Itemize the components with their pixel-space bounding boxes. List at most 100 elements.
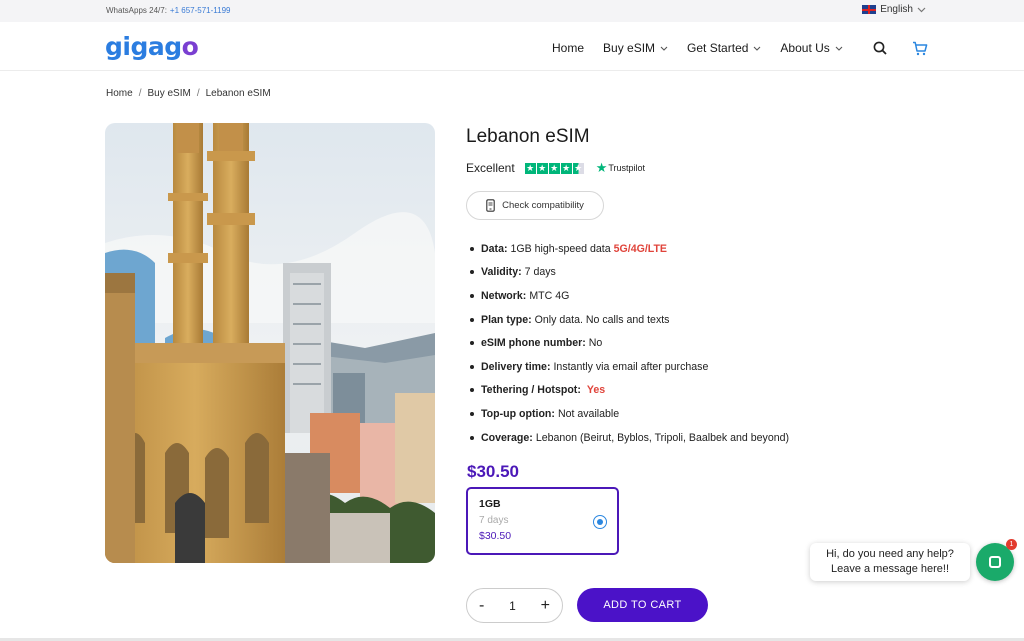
- contact-label: WhatsApps 24/7:: [106, 6, 167, 15]
- star-icon: ★: [548, 162, 560, 174]
- beirut-minarets-illustration: [105, 123, 435, 563]
- trustpilot-logo[interactable]: ★ Trustpilot: [596, 160, 645, 176]
- spec-plan-type: Plan type: Only data. No calls and texts: [470, 308, 789, 332]
- logo-text: gigag: [105, 32, 182, 61]
- spec-value: Only data. No calls and texts: [534, 313, 670, 326]
- spec-label: Validity:: [481, 266, 522, 279]
- bullet: [470, 411, 474, 416]
- spec-coverage: Coverage: Lebanon (Beirut, Byblos, Tripol…: [470, 426, 789, 450]
- spec-top-up: Top-up option: Not available: [470, 402, 789, 426]
- bullet: [470, 435, 474, 440]
- product-title: Lebanon eSIM: [466, 126, 590, 147]
- decrease-quantity-button[interactable]: -: [479, 597, 484, 615]
- chat-icon: [989, 556, 1001, 568]
- nav-label: Buy eSIM: [603, 41, 656, 55]
- spec-delivery-time: Delivery time: Instantly via email after …: [470, 355, 789, 379]
- chat-notification-badge: 1: [1006, 539, 1017, 550]
- product-image: [105, 123, 435, 563]
- main-nav: Home Buy eSIM Get Started About Us: [552, 41, 862, 55]
- plan-price: $30.50: [479, 530, 512, 542]
- nav-label: Home: [552, 41, 585, 55]
- spec-value: 1GB high-speed data: [510, 242, 611, 255]
- spec-value: No: [588, 337, 603, 350]
- plan-name: 1GB: [479, 498, 501, 510]
- chevron-down-icon: [835, 46, 843, 51]
- spec-label: Data:: [481, 242, 508, 255]
- spec-highlight: 5G/4G/LTE: [613, 242, 667, 255]
- star-icon: ★: [536, 162, 548, 174]
- star-icon: ★: [560, 162, 572, 174]
- plan-option-1gb[interactable]: 1GB 7 days $30.50: [466, 487, 619, 555]
- product-price: $30.50: [467, 462, 519, 481]
- site-header: gigago Home Buy eSIM Get Started About U…: [0, 22, 1024, 71]
- spec-label: Top-up option:: [481, 407, 555, 420]
- check-compatibility-button[interactable]: Check compatibility: [466, 191, 604, 220]
- spec-list: Data: 1GB high-speed data 5G/4G/LTE Validi…: [470, 237, 789, 449]
- increase-quantity-button[interactable]: +: [541, 597, 550, 615]
- nav-label: Get Started: [687, 41, 749, 55]
- compat-label: Check compatibility: [502, 200, 584, 211]
- add-to-cart-button[interactable]: ADD TO CART: [577, 588, 708, 622]
- language-label: English: [880, 4, 913, 15]
- rating-label: Excellent: [466, 161, 515, 175]
- bullet: [470, 293, 474, 298]
- spec-value: MTC 4G: [529, 289, 570, 302]
- spec-label: Tethering / Hotspot:: [481, 384, 581, 397]
- spec-value: 7 days: [524, 266, 556, 279]
- spec-validity: Validity: 7 days: [470, 261, 789, 285]
- bullet: [470, 341, 474, 346]
- chat-line-1: Hi, do you need any help?: [826, 548, 954, 560]
- nav-get-started[interactable]: Get Started: [687, 41, 761, 55]
- bullet: [470, 388, 474, 393]
- chevron-down-icon: [917, 7, 926, 12]
- top-bar: WhatsApps 24/7: +1 657-571-1199 English: [0, 0, 1024, 22]
- spec-highlight: Yes: [586, 384, 606, 397]
- cart-icon[interactable]: [912, 41, 928, 56]
- half-star-icon: ★: [572, 162, 584, 174]
- contact-info: WhatsApps 24/7: +1 657-571-1199: [106, 6, 231, 15]
- phone-link[interactable]: +1 657-571-1199: [170, 6, 231, 15]
- spec-label: Network:: [481, 289, 527, 302]
- chat-prompt[interactable]: Hi, do you need any help? Leave a messag…: [810, 543, 970, 581]
- language-selector[interactable]: English: [862, 4, 926, 15]
- spec-label: Plan type:: [481, 313, 532, 326]
- chat-line-2: Leave a message here!!: [830, 563, 950, 575]
- quantity-stepper: - 1 +: [466, 588, 563, 623]
- spec-value: Not available: [557, 407, 620, 420]
- spec-network: Network: MTC 4G: [470, 284, 789, 308]
- bullet: [470, 364, 474, 369]
- spec-label: Delivery time:: [481, 360, 551, 373]
- quantity-value[interactable]: 1: [509, 599, 516, 613]
- nav-about-us[interactable]: About Us: [780, 41, 843, 55]
- phone-icon: [486, 199, 495, 212]
- logo-o: o: [181, 32, 199, 61]
- chevron-down-icon: [660, 46, 668, 51]
- bullet: [470, 270, 474, 275]
- breadcrumb-buy-esim[interactable]: Buy eSIM: [147, 88, 190, 99]
- spec-value: Instantly via email after purchase: [553, 360, 709, 373]
- bullet: [470, 246, 474, 251]
- trustpilot-label: Trustpilot: [608, 163, 646, 173]
- plan-radio[interactable]: [593, 515, 607, 529]
- nav-home[interactable]: Home: [552, 41, 584, 55]
- chevron-down-icon: [754, 46, 761, 51]
- search-icon[interactable]: [873, 41, 887, 55]
- star-icon: ★: [524, 162, 536, 174]
- breadcrumb-separator: /: [196, 88, 200, 99]
- spec-value: Lebanon (Beirut, Byblos, Tripoli, Baalbe…: [535, 431, 790, 444]
- spec-label: eSIM phone number:: [481, 337, 586, 350]
- spec-data: Data: 1GB high-speed data 5G/4G/LTE: [470, 237, 789, 261]
- trustpilot-stars: ★ ★ ★ ★ ★: [524, 162, 584, 174]
- trustpilot-star-icon: ★: [595, 160, 608, 175]
- spec-phone-number: eSIM phone number: No: [470, 331, 789, 355]
- nav-label: About Us: [780, 41, 830, 55]
- nav-buy-esim[interactable]: Buy eSIM: [603, 41, 668, 55]
- rating-row: Excellent ★ ★ ★ ★ ★ ★ Trustpilot: [466, 160, 645, 176]
- gigago-logo[interactable]: gigago: [105, 32, 199, 61]
- breadcrumb-current: Lebanon eSIM: [205, 88, 271, 99]
- spec-label: Coverage:: [481, 431, 533, 444]
- spec-tethering: Tethering / Hotspot: Yes: [470, 379, 789, 403]
- uk-flag-icon: [862, 5, 877, 14]
- bullet: [470, 317, 474, 322]
- breadcrumb-home[interactable]: Home: [106, 88, 133, 99]
